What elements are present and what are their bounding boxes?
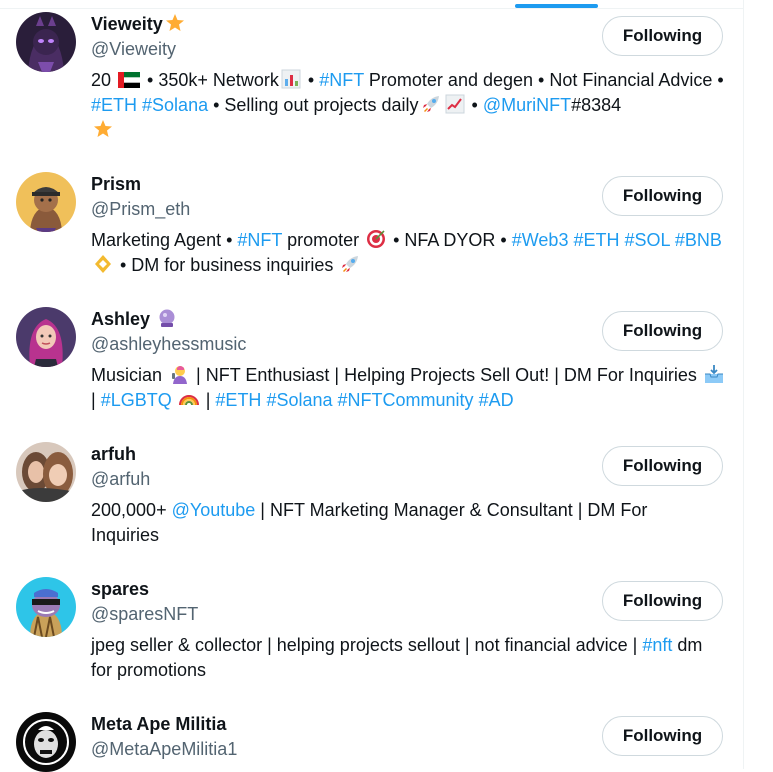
- user-bio: Marketing Agent • #NFT promoter • NFA DY…: [91, 230, 722, 275]
- mention-link[interactable]: @Youtube: [172, 500, 256, 520]
- mention-link[interactable]: @MuriNFT: [483, 95, 571, 115]
- avatar[interactable]: [16, 12, 76, 72]
- bar-chart-icon: [281, 69, 301, 89]
- rocket-icon: [342, 256, 359, 272]
- hashtag-link[interactable]: #BNB: [675, 230, 722, 250]
- following-button[interactable]: Following: [602, 16, 723, 56]
- crystal-ball-icon: [159, 309, 175, 327]
- user-name[interactable]: Ashley: [91, 307, 179, 331]
- inbox-tray-icon: [704, 365, 723, 383]
- avatar[interactable]: [16, 307, 76, 367]
- avatar[interactable]: [16, 172, 76, 232]
- user-handle[interactable]: @Vieweity: [91, 37, 176, 61]
- user-name[interactable]: Prism: [91, 172, 141, 196]
- divider: [0, 8, 744, 9]
- hashtag-link[interactable]: #ETH: [215, 390, 261, 410]
- hashtag-link[interactable]: #SOL: [625, 230, 670, 250]
- following-button[interactable]: Following: [602, 311, 723, 351]
- user-handle[interactable]: @arfuh: [91, 467, 150, 491]
- hashtag-link[interactable]: #NFTCommunity: [338, 390, 474, 410]
- active-tab-indicator: [515, 4, 598, 8]
- avatar[interactable]: [16, 577, 76, 637]
- chart-increasing-icon: [445, 94, 465, 114]
- hashtag-link[interactable]: #Solana: [266, 390, 332, 410]
- user-bio: 200,000+ @Youtube | NFT Marketing Manage…: [91, 500, 648, 545]
- glowing-star-icon: [165, 14, 184, 31]
- hashtag-link[interactable]: #Solana: [142, 95, 208, 115]
- glowing-star-icon: [94, 120, 112, 137]
- hashtag-link[interactable]: #nft: [642, 635, 672, 655]
- user-bio: jpeg seller & collector | helping projec…: [91, 635, 703, 680]
- user-handle[interactable]: @Prism_eth: [91, 197, 190, 221]
- hashtag-link[interactable]: #LGBTQ: [101, 390, 172, 410]
- rocket-icon: [422, 96, 439, 112]
- avatar[interactable]: [16, 442, 76, 502]
- following-button[interactable]: Following: [602, 581, 723, 621]
- direct-hit-icon: [367, 230, 386, 248]
- following-list: Vieweity @Vieweity Following 20 • 350k+ …: [0, 0, 744, 772]
- following-button[interactable]: Following: [602, 716, 723, 756]
- user-handle[interactable]: @ashleyhessmusic: [91, 332, 246, 356]
- hashtag-link[interactable]: #NFT: [237, 230, 282, 250]
- user-bio: 20 • 350k+ Network • #NFT Promoter and d…: [91, 68, 731, 143]
- uae-flag-icon: [118, 72, 141, 88]
- following-button[interactable]: Following: [602, 446, 723, 486]
- following-button[interactable]: Following: [602, 176, 723, 216]
- coin-icon: [95, 255, 111, 273]
- user-name[interactable]: arfuh: [91, 442, 136, 466]
- hashtag-link[interactable]: #ETH: [91, 95, 137, 115]
- rainbow-icon: [178, 395, 199, 406]
- hashtag-link[interactable]: #AD: [479, 390, 514, 410]
- singer-icon: [172, 366, 188, 384]
- user-name[interactable]: Vieweity: [91, 12, 187, 36]
- user-handle[interactable]: @MetaApeMilitia1: [91, 737, 237, 761]
- avatar[interactable]: [16, 712, 76, 772]
- hashtag-link[interactable]: #NFT: [319, 70, 364, 90]
- hashtag-link[interactable]: #Web3: [512, 230, 569, 250]
- user-bio: Musician | NFT Enthusiast | Helping Proj…: [91, 363, 731, 413]
- user-name[interactable]: spares: [91, 577, 149, 601]
- hashtag-link[interactable]: #ETH: [573, 230, 619, 250]
- user-handle[interactable]: @sparesNFT: [91, 602, 198, 626]
- user-name[interactable]: Meta Ape Militia: [91, 712, 226, 736]
